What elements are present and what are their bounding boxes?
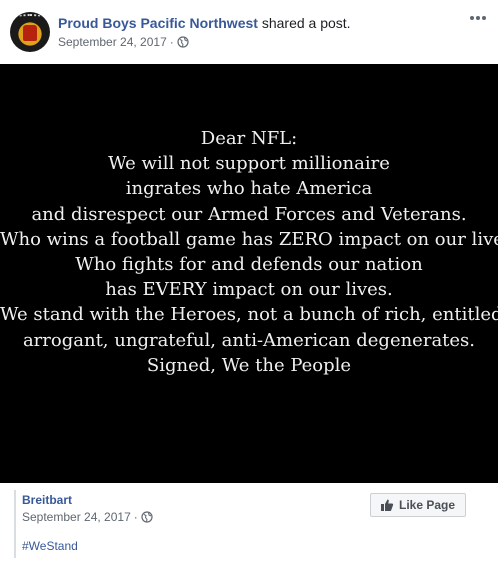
quote-line: Who wins a football game has ZERO impact…: [0, 228, 498, 250]
quote-line: arrogant, ungrateful, anti-American dege…: [22, 329, 476, 351]
source-meta: September 24, 2017 ·: [22, 510, 153, 524]
source-name-link[interactable]: Breitbart: [22, 493, 72, 507]
quote-line: has EVERY impact on our lives.: [105, 279, 393, 301]
post-meta: September 24, 2017 ·: [58, 35, 189, 49]
quote-line: Signed, We the People: [146, 354, 352, 376]
quote-line: ingrates who hate America: [125, 178, 373, 200]
quote-line: and disrespect our Armed Forces and Vete…: [31, 203, 467, 225]
quote-text: Dear NFL: We will not support millionair…: [0, 126, 498, 378]
quote-line: We will not support millionaire: [108, 153, 390, 175]
meta-separator: ·: [169, 35, 174, 49]
avatar-ring: [18, 14, 42, 20]
quote-image[interactable]: Dear NFL: We will not support millionair…: [0, 64, 498, 483]
thumbs-up-icon: [381, 499, 394, 511]
author-action: shared a post.: [261, 15, 351, 31]
quote-line: We stand with the Heroes, not a bunch of…: [0, 304, 498, 326]
quote-line: Dear NFL:: [200, 128, 298, 149]
meta-separator: ·: [133, 510, 138, 524]
post-date-link[interactable]: September 24, 2017: [58, 35, 167, 49]
like-page-label: Like Page: [399, 498, 456, 512]
globe-icon[interactable]: [141, 511, 153, 523]
post-header: Proud Boys Pacific Northwest shared a po…: [0, 0, 498, 64]
author-name-link[interactable]: Proud Boys Pacific Northwest: [58, 15, 258, 31]
fist-logo-icon: [23, 25, 37, 41]
quote-line: Who fights for and defends our nation: [75, 254, 423, 276]
hashtag-link[interactable]: #WeStand: [22, 539, 78, 553]
globe-icon[interactable]: [177, 36, 189, 48]
source-date-link[interactable]: September 24, 2017: [22, 510, 131, 524]
more-options-icon[interactable]: [468, 8, 488, 28]
author-line: Proud Boys Pacific Northwest shared a po…: [58, 15, 351, 31]
avatar[interactable]: [10, 12, 50, 52]
like-page-button[interactable]: Like Page: [370, 493, 466, 517]
